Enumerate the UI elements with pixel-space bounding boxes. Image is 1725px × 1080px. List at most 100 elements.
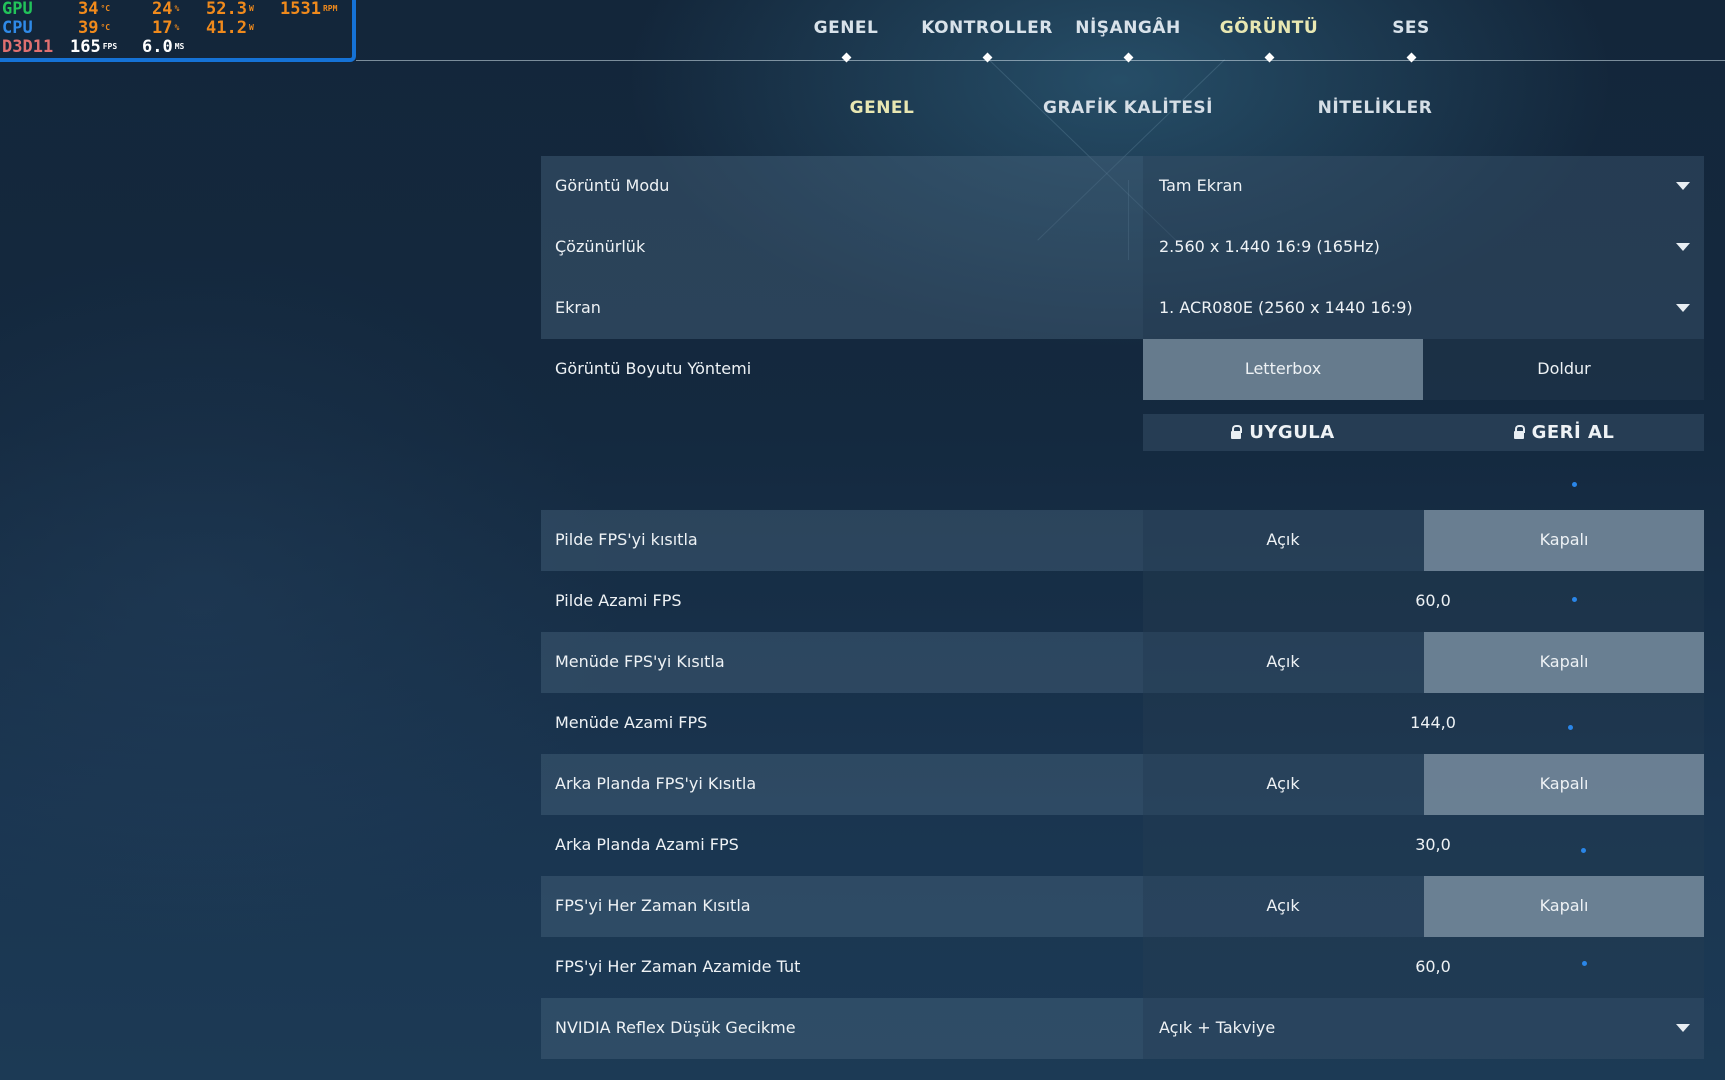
max-fps-always-input[interactable]: 60,0	[1143, 937, 1704, 998]
setting-label-cell: NVIDIA Reflex Düşük Gecikme	[541, 998, 1143, 1059]
off-option[interactable]: Kapalı	[1424, 754, 1704, 815]
osd-gpu-power: 52.3 W	[206, 0, 254, 19]
setting-row-limit-fps-background: Arka Planda FPS'yi Kısıtla Açık Kapalı	[541, 754, 1704, 815]
setting-label: Menüde FPS'yi Kısıtla	[555, 652, 725, 671]
subtab-grafik-kalitesi[interactable]: GRAFİK KALİTESİ	[1018, 98, 1238, 118]
on-option[interactable]: Açık	[1143, 754, 1423, 815]
letterbox-option[interactable]: Letterbox	[1143, 339, 1423, 400]
setting-control-cell: 30,0	[1143, 815, 1704, 876]
on-option[interactable]: Açık	[1143, 510, 1423, 571]
setting-label: Çözünürlük	[555, 237, 646, 256]
setting-control-cell: Letterbox Doldur	[1143, 339, 1704, 400]
setting-row-max-fps-menu: Menüde Azami FPS 144,0	[541, 693, 1704, 754]
setting-label: Pilde Azami FPS	[555, 591, 682, 610]
chevron-down-icon	[1676, 1024, 1690, 1032]
lock-icon	[1231, 425, 1243, 439]
setting-row-aspect-method: Görüntü Boyutu Yöntemi Letterbox Doldur	[541, 339, 1704, 400]
lock-icon	[1513, 425, 1525, 439]
setting-row-limit-fps-menu: Menüde FPS'yi Kısıtla Açık Kapalı	[541, 632, 1704, 693]
setting-row-max-fps-battery: Pilde Azami FPS 60,0	[541, 571, 1704, 632]
setting-control-cell: Tam Ekran	[1143, 156, 1704, 217]
setting-row-monitor: Ekran 1. ACR080E (2560 x 1440 16:9)	[541, 278, 1704, 339]
subtab-genel[interactable]: GENEL	[772, 98, 992, 118]
subtab-nitelikler[interactable]: NİTELİKLER	[1265, 98, 1485, 118]
setting-label-cell: Arka Planda FPS'yi Kısıtla	[541, 754, 1143, 815]
setting-label: Pilde FPS'yi kısıtla	[555, 530, 698, 549]
setting-label-cell: Pilde Azami FPS	[541, 571, 1143, 632]
off-option[interactable]: Kapalı	[1424, 632, 1704, 693]
setting-label: Ekran	[555, 298, 601, 317]
tab-ses[interactable]: SES	[1341, 18, 1481, 63]
setting-control-cell: Açık Kapalı	[1143, 876, 1704, 937]
osd-gpu-fan: 1531 RPM	[280, 0, 338, 19]
slider-dot	[1582, 961, 1587, 966]
tab-marker-icon	[1406, 52, 1416, 63]
on-option[interactable]: Açık	[1143, 632, 1423, 693]
max-fps-menu-input[interactable]: 144,0	[1143, 693, 1704, 754]
dropdown-value: Tam Ekran	[1159, 176, 1243, 195]
dropdown-value: 2.560 x 1.440 16:9 (165Hz)	[1159, 237, 1380, 256]
slider-dot	[1581, 848, 1586, 853]
setting-label-cell: Menüde Azami FPS	[541, 693, 1143, 754]
monitor-dropdown[interactable]: 1. ACR080E (2560 x 1440 16:9)	[1143, 278, 1704, 339]
dropdown-value: 1. ACR080E (2560 x 1440 16:9)	[1159, 298, 1413, 317]
setting-row-limit-fps-battery: Pilde FPS'yi kısıtla Açık Kapalı	[541, 510, 1704, 571]
setting-label: Menüde Azami FPS	[555, 713, 708, 732]
dropdown-value: Açık + Takviye	[1159, 1018, 1276, 1037]
osd-gpu-load: 24%	[152, 0, 180, 19]
setting-row-limit-fps-always: FPS'yi Her Zaman Kısıtla Açık Kapalı	[541, 876, 1704, 937]
tab-nisangah[interactable]: NİŞANGÂH	[1058, 18, 1198, 63]
setting-label: FPS'yi Her Zaman Azamide Tut	[555, 957, 801, 976]
setting-label-cell: Görüntü Modu	[541, 156, 1143, 217]
setting-label-cell: FPS'yi Her Zaman Kısıtla	[541, 876, 1143, 937]
tab-marker-icon	[841, 52, 851, 63]
osd-gpu-label: GPU	[2, 0, 33, 19]
setting-label: Arka Planda FPS'yi Kısıtla	[555, 774, 757, 793]
slider-dot	[1572, 482, 1577, 487]
tab-kontroller[interactable]: KONTROLLER	[917, 18, 1057, 63]
nvidia-reflex-dropdown[interactable]: Açık + Takviye	[1143, 998, 1704, 1059]
resolution-dropdown[interactable]: 2.560 x 1.440 16:9 (165Hz)	[1143, 217, 1704, 278]
setting-control-cell: 2.560 x 1.440 16:9 (165Hz)	[1143, 217, 1704, 278]
setting-label-cell: Pilde FPS'yi kısıtla	[541, 510, 1143, 571]
off-option[interactable]: Kapalı	[1424, 876, 1704, 937]
setting-label-cell: FPS'yi Her Zaman Azamide Tut	[541, 937, 1143, 998]
apply-revert-bar: UYGULA GERİ AL	[1143, 414, 1704, 451]
osd-gpu-temp: 34 °C	[78, 0, 111, 19]
setting-control-cell: 60,0	[1143, 937, 1704, 998]
slider-dot	[1568, 725, 1573, 730]
setting-label-cell: Arka Planda Azami FPS	[541, 815, 1143, 876]
setting-label-cell: Menüde FPS'yi Kısıtla	[541, 632, 1143, 693]
setting-row-max-fps-always: FPS'yi Her Zaman Azamide Tut 60,0	[541, 937, 1704, 998]
setting-row-max-fps-background: Arka Planda Azami FPS 30,0	[541, 815, 1704, 876]
chevron-down-icon	[1676, 243, 1690, 251]
setting-control-cell: Açık Kapalı	[1143, 632, 1704, 693]
tab-goruntu[interactable]: GÖRÜNTÜ	[1199, 18, 1339, 63]
on-option[interactable]: Açık	[1143, 876, 1423, 937]
off-option[interactable]: Kapalı	[1424, 510, 1704, 571]
setting-label-cell: Ekran	[541, 278, 1143, 339]
setting-row-nvidia-reflex: NVIDIA Reflex Düşük Gecikme Açık + Takvi…	[541, 998, 1704, 1059]
setting-label: Görüntü Boyutu Yöntemi	[555, 359, 752, 378]
setting-label: FPS'yi Her Zaman Kısıtla	[555, 896, 751, 915]
tab-marker-icon	[1123, 52, 1133, 63]
chevron-down-icon	[1676, 182, 1690, 190]
setting-control-cell: Açık + Takviye	[1143, 998, 1704, 1059]
setting-control-cell: 60,0	[1143, 571, 1704, 632]
fill-option[interactable]: Doldur	[1424, 339, 1704, 400]
setting-control-cell: Açık Kapalı	[1143, 754, 1704, 815]
apply-button[interactable]: UYGULA	[1143, 414, 1423, 451]
chevron-down-icon	[1676, 304, 1690, 312]
setting-row-resolution: Çözünürlük 2.560 x 1.440 16:9 (165Hz)	[541, 217, 1704, 278]
display-mode-dropdown[interactable]: Tam Ekran	[1143, 156, 1704, 217]
revert-button[interactable]: GERİ AL	[1424, 414, 1704, 451]
main-tab-bar: GENEL KONTROLLER NİŞANGÂH GÖRÜNTÜ SES	[0, 18, 1725, 78]
max-fps-battery-input[interactable]: 60,0	[1143, 571, 1704, 632]
max-fps-background-input[interactable]: 30,0	[1143, 815, 1704, 876]
tab-genel[interactable]: GENEL	[776, 18, 916, 63]
tab-marker-icon	[1264, 52, 1274, 63]
setting-label: NVIDIA Reflex Düşük Gecikme	[555, 1018, 796, 1037]
setting-row-display-mode: Görüntü Modu Tam Ekran	[541, 156, 1704, 217]
setting-control-cell: 144,0	[1143, 693, 1704, 754]
setting-control-cell: 1. ACR080E (2560 x 1440 16:9)	[1143, 278, 1704, 339]
